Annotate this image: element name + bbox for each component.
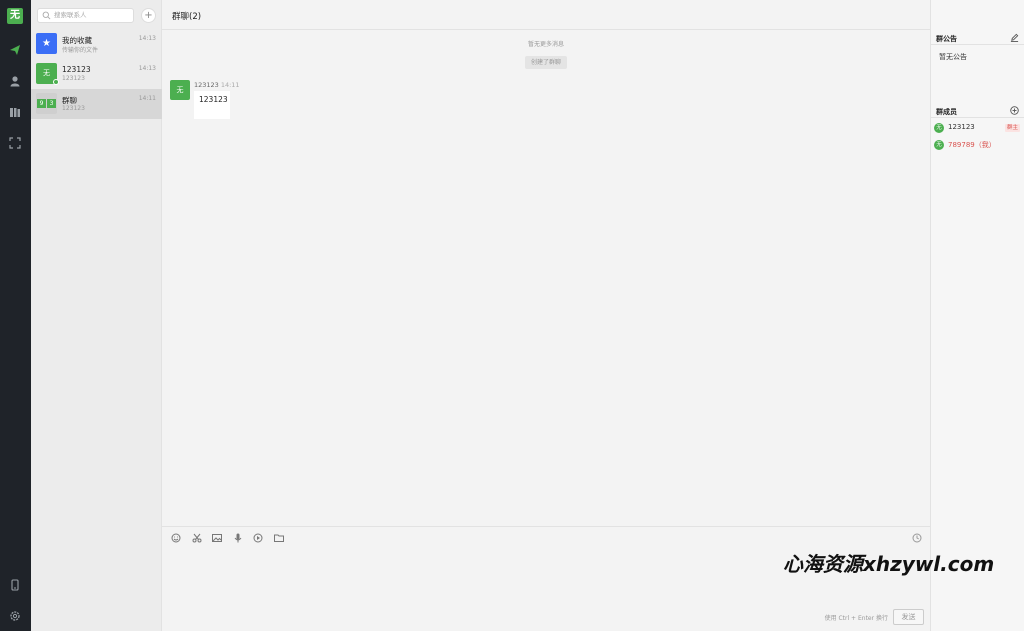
nav-settings[interactable] bbox=[7, 608, 23, 624]
chat-title: 群聊(2) bbox=[172, 12, 202, 22]
screenshot-button[interactable] bbox=[192, 533, 202, 543]
send-icon bbox=[10, 45, 20, 55]
nav-rail: 无 bbox=[0, 0, 31, 631]
message-time: 14:11 bbox=[220, 81, 240, 89]
voice-button[interactable] bbox=[233, 533, 243, 543]
input-hint: 使用 Ctrl + Enter 换行 bbox=[824, 615, 888, 622]
emoji-button[interactable] bbox=[171, 533, 181, 543]
member-name: 789789（我） bbox=[948, 141, 996, 149]
image-icon bbox=[212, 534, 222, 542]
search-input[interactable]: 搜索联系人 bbox=[37, 8, 134, 23]
member-name: 123123 bbox=[948, 123, 975, 131]
message-avatar[interactable]: 无 bbox=[170, 80, 190, 100]
nav-contacts[interactable] bbox=[7, 73, 23, 89]
online-indicator bbox=[53, 79, 59, 85]
history-button[interactable] bbox=[912, 533, 922, 543]
send-button[interactable]: 发送 bbox=[893, 609, 924, 625]
member-item[interactable]: 无 123123 群主 bbox=[934, 121, 1024, 135]
star-icon: ★ bbox=[36, 33, 57, 54]
member-avatar: 无 bbox=[934, 123, 944, 133]
conversation-time: 14:11 bbox=[138, 95, 156, 102]
chat-header: 群聊(2) bbox=[162, 0, 930, 30]
conversation-name: 123123 bbox=[62, 65, 91, 74]
user-icon bbox=[10, 76, 20, 87]
system-message: 创建了群聊 bbox=[525, 56, 567, 69]
add-member-icon[interactable] bbox=[1010, 106, 1019, 115]
conversation-item-group[interactable]: 9 3 群聊 123123 14:11 bbox=[31, 89, 162, 119]
clock-icon bbox=[912, 533, 922, 543]
add-button[interactable]: + bbox=[141, 8, 156, 23]
conversation-time: 14:13 bbox=[138, 35, 156, 42]
image-button[interactable] bbox=[212, 533, 222, 543]
conversation-preview: 123123 bbox=[62, 105, 85, 112]
divider bbox=[931, 44, 1024, 45]
chat-panel: 群聊(2) 暂无更多消息 创建了群聊 无 123123 14:11 123123 … bbox=[162, 0, 1013, 631]
announcement-title: 群公告 bbox=[936, 35, 957, 43]
nav-chat[interactable] bbox=[7, 42, 23, 58]
video-button[interactable] bbox=[253, 533, 263, 543]
nav-books[interactable] bbox=[7, 104, 23, 120]
play-icon bbox=[253, 533, 263, 543]
watermark: 心海资源xhzywl.com bbox=[783, 552, 995, 576]
nav-phone[interactable] bbox=[7, 577, 23, 593]
books-icon bbox=[10, 108, 20, 117]
group-avatar: 9 3 bbox=[36, 93, 57, 114]
conversation-preview: 123123 bbox=[62, 75, 85, 82]
edit-icon[interactable] bbox=[1010, 33, 1019, 42]
group-avatar-tile: 3 bbox=[47, 99, 56, 108]
divider bbox=[931, 117, 1024, 118]
members-title: 群成员 bbox=[936, 108, 957, 116]
announcement-text: 暂无公告 bbox=[939, 53, 967, 61]
conversation-list: 搜索联系人 + ★ 我的收藏 传输你的文件 14:13 无 123123 123… bbox=[31, 0, 162, 631]
emoji-icon bbox=[171, 533, 181, 543]
no-more-messages: 暂无更多消息 bbox=[527, 41, 564, 48]
member-avatar: 无 bbox=[934, 140, 944, 150]
nav-scan[interactable] bbox=[7, 135, 23, 151]
app-logo: 无 bbox=[7, 8, 23, 24]
group-info-panel: 群公告 暂无公告 群成员 无 123123 群主 无 789789（我） bbox=[930, 0, 1024, 631]
gear-icon bbox=[10, 611, 20, 621]
conversation-item-123123[interactable]: 无 123123 123123 14:13 bbox=[31, 59, 162, 89]
message-bubble[interactable]: 123123 bbox=[194, 91, 230, 119]
conversation-item-favorites[interactable]: ★ 我的收藏 传输你的文件 14:13 bbox=[31, 29, 162, 59]
member-item[interactable]: 无 789789（我） bbox=[934, 138, 1024, 152]
input-toolbar bbox=[162, 526, 930, 548]
search-icon bbox=[42, 11, 51, 20]
scan-icon bbox=[9, 137, 21, 149]
message-meta: 123123 14:11 bbox=[194, 81, 240, 89]
file-button[interactable] bbox=[274, 533, 284, 543]
conversation-preview: 传输你的文件 bbox=[62, 47, 99, 54]
scissors-icon bbox=[192, 533, 202, 543]
search-placeholder: 搜索联系人 bbox=[54, 11, 87, 19]
phone-icon bbox=[11, 579, 19, 591]
owner-badge: 群主 bbox=[1004, 124, 1020, 132]
microphone-icon bbox=[234, 533, 242, 543]
conversation-time: 14:13 bbox=[138, 65, 156, 72]
message-sender: 123123 bbox=[194, 81, 219, 89]
group-avatar-tile: 9 bbox=[37, 99, 46, 108]
folder-icon bbox=[274, 534, 284, 542]
